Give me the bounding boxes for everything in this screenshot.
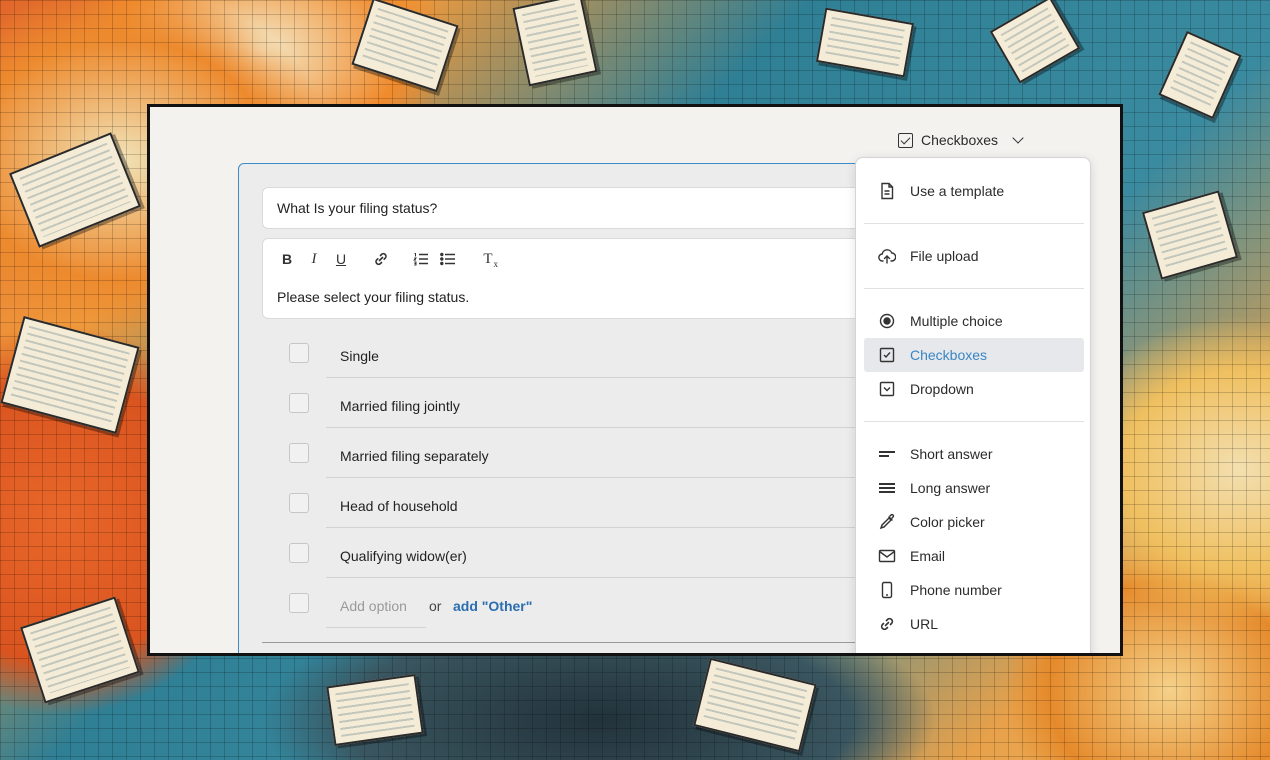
option-row: Head of household xyxy=(239,484,897,534)
option-checkbox[interactable] xyxy=(289,443,309,463)
menu-item-url[interactable]: URL xyxy=(864,607,1084,641)
link-button[interactable] xyxy=(371,249,391,269)
add-option-input[interactable]: Add option xyxy=(326,584,426,628)
clear-format-x: x xyxy=(493,259,499,269)
option-label: Married filing jointly xyxy=(340,397,460,414)
option-input[interactable]: Head of household xyxy=(326,484,886,528)
menu-divider xyxy=(864,421,1084,422)
menu-item-label: Multiple choice xyxy=(910,313,1003,329)
menu-divider xyxy=(864,223,1084,224)
menu-item-label: Long answer xyxy=(910,480,991,496)
checkbox-icon xyxy=(898,132,913,148)
question-card: What Is your filing status? B I U T x Pl… xyxy=(238,163,898,653)
menu-item-label: Use a template xyxy=(910,183,1005,199)
eyedropper-icon xyxy=(878,513,896,531)
option-checkbox[interactable] xyxy=(289,543,309,563)
option-label: Qualifying widow(er) xyxy=(340,547,467,564)
option-row: Single xyxy=(239,334,897,384)
menu-item-checkboxes[interactable]: Checkboxes xyxy=(864,338,1084,372)
option-checkbox[interactable] xyxy=(289,343,309,363)
option-label: Single xyxy=(340,347,379,364)
add-other-link[interactable]: add "Other" xyxy=(453,584,532,628)
question-description-text: Please select your filing status. xyxy=(277,289,470,305)
numbered-list-icon xyxy=(413,253,428,266)
option-row: Married filing separately xyxy=(239,434,897,484)
bold-button[interactable]: B xyxy=(277,249,297,269)
menu-item-phone-number[interactable]: Phone number xyxy=(864,573,1084,607)
clear-format-icon: T xyxy=(483,250,493,267)
envelope-icon xyxy=(878,547,896,565)
question-title-text: What Is your filing status? xyxy=(277,200,438,216)
underline-button[interactable]: U xyxy=(331,249,351,269)
option-input[interactable]: Married filing jointly xyxy=(326,384,886,428)
italic-button[interactable]: I xyxy=(304,249,324,269)
option-input[interactable]: Qualifying widow(er) xyxy=(326,534,886,578)
add-option-placeholder: Add option xyxy=(340,597,407,614)
menu-item-multiple-choice[interactable]: Multiple choice xyxy=(864,304,1084,338)
cloud-upload-icon xyxy=(878,247,896,265)
background-paper xyxy=(326,674,424,746)
bulleted-list-icon xyxy=(440,252,455,266)
menu-item-dropdown[interactable]: Dropdown xyxy=(864,372,1084,406)
option-label: Head of household xyxy=(340,497,458,514)
bulleted-list-button[interactable] xyxy=(438,249,458,269)
menu-item-use-template[interactable]: Use a template xyxy=(864,174,1084,208)
menu-item-label: File upload xyxy=(910,248,979,264)
question-description-editor[interactable]: B I U T x Please select your filing stat… xyxy=(262,238,882,319)
menu-item-label: Color picker xyxy=(910,514,985,530)
option-row: Married filing jointly xyxy=(239,384,897,434)
menu-item-short-answer[interactable]: Short answer xyxy=(864,437,1084,471)
question-title-input[interactable]: What Is your filing status? xyxy=(262,187,882,229)
radio-icon xyxy=(878,312,896,330)
option-checkbox[interactable] xyxy=(289,493,309,513)
menu-item-label: Phone number xyxy=(910,582,1002,598)
link-icon xyxy=(878,615,896,633)
clear-format-button[interactable]: Tx xyxy=(478,249,499,270)
menu-item-label: URL xyxy=(910,616,939,632)
checkbox-icon xyxy=(878,346,896,364)
document-icon xyxy=(878,182,896,200)
menu-item-color-picker[interactable]: Color picker xyxy=(864,505,1084,539)
option-checkbox[interactable] xyxy=(289,393,309,413)
link-icon xyxy=(375,252,387,266)
form-builder-window: Checkboxes What Is your filing status? B… xyxy=(147,104,1123,656)
menu-divider xyxy=(864,288,1084,289)
question-type-label: Checkboxes xyxy=(921,132,999,148)
option-row: Qualifying widow(er) xyxy=(239,534,897,584)
question-type-menu: Use a template File upload Multiple choi… xyxy=(855,157,1091,653)
long-text-icon xyxy=(878,479,896,497)
menu-item-email[interactable]: Email xyxy=(864,539,1084,573)
chevron-down-icon xyxy=(1012,132,1024,144)
menu-item-label: Dropdown xyxy=(910,381,974,397)
or-text: or xyxy=(429,598,442,614)
short-text-icon xyxy=(878,445,896,463)
card-divider xyxy=(262,642,862,643)
menu-item-long-answer[interactable]: Long answer xyxy=(864,471,1084,505)
menu-item-file-upload[interactable]: File upload xyxy=(864,239,1084,273)
option-input[interactable]: Single xyxy=(326,334,886,378)
formatting-toolbar: B I U T x xyxy=(277,249,505,270)
option-input[interactable]: Married filing separately xyxy=(326,434,886,478)
question-type-selector[interactable]: Checkboxes xyxy=(898,129,1024,151)
numbered-list-button[interactable] xyxy=(411,249,431,269)
menu-item-label: Email xyxy=(910,548,946,564)
phone-icon xyxy=(878,581,896,599)
option-checkbox xyxy=(289,593,309,613)
add-option-row: Add option or add "Other" xyxy=(239,584,897,634)
menu-item-label: Checkboxes xyxy=(910,347,988,363)
dropdown-icon xyxy=(878,380,896,398)
menu-item-label: Short answer xyxy=(910,446,993,462)
option-label: Married filing separately xyxy=(340,447,489,464)
